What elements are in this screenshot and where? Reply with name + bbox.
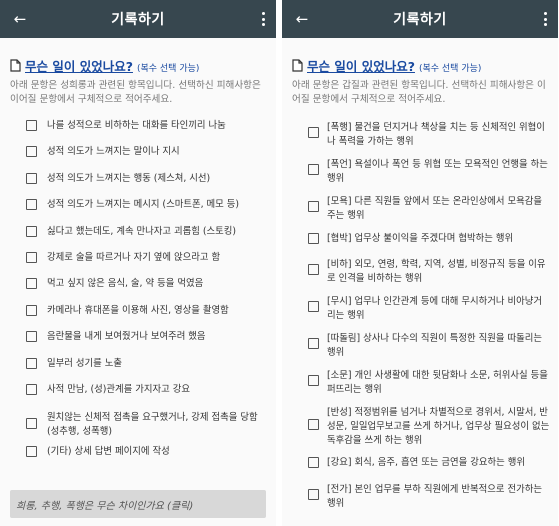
- checkbox-label: 싫다고 했는데도, 계속 만나자고 괴롭힘 (스토킹): [47, 225, 237, 237]
- checkbox[interactable]: [308, 375, 319, 386]
- instruction-text: 아래 문항은 갑질과 관련된 항목입니다. 선택하신 피해사항은 이어질 문항에…: [292, 80, 546, 105]
- checkbox[interactable]: [308, 457, 319, 468]
- checkbox-item[interactable]: [모욕] 다른 직원들 앞에서 또는 온라인상에서 모욕감을 주는 행위: [282, 195, 558, 232]
- document-icon: [10, 59, 21, 72]
- checkbox[interactable]: [308, 489, 319, 500]
- checkbox-label: [협박] 업무상 불이익을 주겠다며 협박하는 행위: [327, 233, 514, 244]
- checkbox-item[interactable]: [따돌림] 상사나 다수의 직원이 특정한 직원을 따돌리는 행위: [282, 332, 558, 369]
- screen-workplace-abuse: ← 기록하기 무슨 일이 있었나요? (복수 선택 가능) 아래 문항은 갑질과…: [282, 0, 558, 526]
- checkbox-label: 음란물을 내게 보여줬거나 보여주려 했음: [47, 331, 206, 343]
- checkbox[interactable]: [26, 357, 37, 369]
- checkbox-item[interactable]: [무시] 업무나 인간관계 등에 대해 무시하거나 비아냥거리는 행위: [282, 295, 558, 332]
- checkbox-item[interactable]: 사적 만남, (성)관계를 가지자고 강요: [0, 383, 276, 409]
- checkbox-item[interactable]: 성적 의도가 느껴지는 행동 (제스쳐, 시선): [0, 172, 276, 198]
- checkbox[interactable]: [26, 172, 37, 184]
- checkbox[interactable]: [308, 301, 319, 312]
- checkbox[interactable]: [26, 304, 37, 316]
- checkbox[interactable]: [26, 383, 37, 395]
- checkbox[interactable]: [26, 146, 37, 158]
- checkbox-item[interactable]: [비하] 외모, 연령, 학력, 지역, 성별, 비정규직 등을 이유로 인격을…: [282, 258, 558, 295]
- checkbox-item[interactable]: 음란물을 내게 보여줬거나 보여주려 했음: [0, 330, 276, 356]
- checkbox[interactable]: [308, 201, 319, 212]
- question-title: 무슨 일이 있었나요?: [25, 59, 133, 74]
- checkbox-item[interactable]: [전가] 본인 업무를 부하 직원에게 반복적으로 전가하는 행위: [282, 483, 558, 520]
- checkbox-item[interactable]: [폭언] 욕설이나 폭언 등 위협 또는 모욕적인 언행을 하는 행위: [282, 158, 558, 195]
- checkbox-item[interactable]: 카메라나 휴대폰을 이용해 사진, 영상을 촬영함: [0, 304, 276, 330]
- checkbox[interactable]: [26, 418, 37, 430]
- checkbox[interactable]: [26, 199, 37, 211]
- checkbox-label: [비하] 외모, 연령, 학력, 지역, 성별, 비정규직 등을 이유로 인격을…: [327, 259, 546, 284]
- document-icon: [292, 59, 303, 72]
- checkbox[interactable]: [26, 120, 37, 131]
- checkbox-label: [반성] 적정범위를 넘거나 차별적으로 경위서, 시말서, 반성문, 일일업무…: [327, 407, 550, 446]
- checkbox-item[interactable]: 성적 의도가 느껴지는 메시지 (스마트폰, 메모 등): [0, 198, 276, 224]
- checkbox-label: 일부러 성기를 노출: [47, 357, 122, 369]
- checkbox-label: 성적 의도가 느껴지는 행동 (제스쳐, 시선): [47, 172, 211, 184]
- back-arrow-icon[interactable]: ←: [10, 9, 30, 29]
- checkbox[interactable]: [26, 251, 37, 263]
- multi-select-hint: (복수 선택 가능): [136, 64, 200, 74]
- screen-sexual-harassment: ← 기록하기 무슨 일이 있었나요? (복수 선택 가능) 아래 문항은 성희롱…: [0, 0, 276, 526]
- checkbox-item[interactable]: 원치않는 신체적 접촉을 요구했거나, 강제 접촉을 당함 (성추행, 성폭행): [0, 409, 276, 445]
- app-bar: ← 기록하기: [282, 0, 558, 38]
- app-bar: ← 기록하기: [0, 0, 276, 38]
- checkbox-label: [폭언] 욕설이나 폭언 등 위협 또는 모욕적인 언행을 하는 행위: [327, 159, 548, 184]
- difference-info-button[interactable]: 희롱, 추행, 폭행은 무슨 차이인가요 (클릭): [10, 490, 266, 518]
- checkbox[interactable]: [308, 233, 319, 244]
- checkbox[interactable]: [308, 127, 319, 138]
- question-title: 무슨 일이 있었나요?: [307, 59, 415, 74]
- checkbox-list: 나를 성적으로 비하하는 대화를 타인끼리 나눔 성적 의도가 느껴지는 말이나…: [0, 107, 276, 472]
- question-heading: 무슨 일이 있었나요? (복수 선택 가능): [0, 38, 276, 75]
- checkbox-item[interactable]: [폭행] 물건을 던지거나 책상을 치는 등 신체적인 위협이나 폭력을 가하는…: [282, 121, 558, 158]
- checkbox-label: [폭행] 물건을 던지거나 책상을 치는 등 신체적인 위협이나 폭력을 가하는…: [327, 122, 545, 147]
- checkbox-label: 성적 의도가 느껴지는 말이나 지시: [47, 146, 180, 158]
- screens-container: ← 기록하기 무슨 일이 있었나요? (복수 선택 가능) 아래 문항은 성희롱…: [0, 0, 559, 526]
- checkbox-label: 먹고 싶지 않은 음식, 술, 약 등을 먹였음: [47, 278, 204, 290]
- question-heading: 무슨 일이 있었나요? (복수 선택 가능): [282, 38, 558, 75]
- checkbox-item[interactable]: (기타) 상세 답변 페이지에 작성: [0, 445, 276, 471]
- checkbox-label: 성적 의도가 느껴지는 메시지 (스마트폰, 메모 등): [47, 199, 240, 211]
- checkbox-item[interactable]: [강요] 회식, 음주, 흡연 또는 금연을 강요하는 행위: [282, 456, 558, 483]
- checkbox[interactable]: [308, 264, 319, 275]
- checkbox-label: 강제로 술을 따르거나 자기 옆에 앉으라고 함: [47, 251, 221, 263]
- checkbox[interactable]: [26, 446, 37, 458]
- multi-select-hint: (복수 선택 가능): [418, 64, 482, 74]
- checkbox-label: 원치않는 신체적 접촉을 요구했거나, 강제 접촉을 당함 (성추행, 성폭행): [47, 412, 258, 438]
- checkbox-label: 나를 성적으로 비하하는 대화를 타인끼리 나눔: [47, 120, 226, 131]
- checkbox-item[interactable]: 강제로 술을 따르거나 자기 옆에 앉으라고 함: [0, 251, 276, 277]
- checkbox-item[interactable]: 싫다고 했는데도, 계속 만나자고 괴롭힘 (스토킹): [0, 225, 276, 251]
- checkbox-label: [무시] 업무나 인간관계 등에 대해 무시하거나 비아냥거리는 행위: [327, 296, 542, 321]
- page-title: 기록하기: [111, 12, 165, 28]
- checkbox[interactable]: [26, 278, 37, 290]
- checkbox[interactable]: [308, 164, 319, 175]
- checkbox-item[interactable]: 일부러 성기를 노출: [0, 357, 276, 383]
- instruction-text: 아래 문항은 성희롱과 관련된 항목입니다. 선택하신 피해사항은 이어질 문항…: [10, 80, 261, 105]
- checkbox-label: [모욕] 다른 직원들 앞에서 또는 온라인상에서 모욕감을 주는 행위: [327, 196, 542, 221]
- checkbox[interactable]: [308, 338, 319, 349]
- page-title: 기록하기: [393, 12, 447, 28]
- more-vert-icon[interactable]: [540, 10, 550, 28]
- checkbox-label: 사적 만남, (성)관계를 가지자고 강요: [47, 383, 190, 395]
- checkbox-item[interactable]: 나를 성적으로 비하하는 대화를 타인끼리 나눔: [0, 119, 276, 145]
- checkbox-label: 카메라나 휴대폰을 이용해 사진, 영상을 촬영함: [47, 304, 229, 316]
- checkbox-item[interactable]: [반성] 적정범위를 넘거나 차별적으로 경위서, 시말서, 반성문, 일일업무…: [282, 406, 558, 456]
- checkbox-item[interactable]: [협박] 업무상 불이익을 주겠다며 협박하는 행위: [282, 232, 558, 258]
- checkbox-label: [강요] 회식, 음주, 흡연 또는 금연을 강요하는 행위: [327, 457, 526, 468]
- checkbox[interactable]: [26, 225, 37, 237]
- checkbox[interactable]: [308, 419, 319, 430]
- checkbox-list: [폭행] 물건을 던지거나 책상을 치는 등 신체적인 위협이나 폭력을 가하는…: [282, 107, 558, 520]
- checkbox[interactable]: [26, 331, 37, 343]
- checkbox-label: [따돌림] 상사나 다수의 직원이 특정한 직원을 따돌리는 행위: [327, 333, 542, 358]
- checkbox-label: [소문] 개인 사생활에 대한 뒷담화나 소문, 허위사실 등을 퍼뜨리는 행위: [327, 370, 548, 395]
- more-vert-icon[interactable]: [258, 10, 268, 28]
- checkbox-item[interactable]: 먹고 싶지 않은 음식, 술, 약 등을 먹였음: [0, 277, 276, 303]
- checkbox-item[interactable]: 성적 의도가 느껴지는 말이나 지시: [0, 145, 276, 171]
- checkbox-label: [전가] 본인 업무를 부하 직원에게 반복적으로 전가하는 행위: [327, 484, 542, 509]
- back-arrow-icon[interactable]: ←: [292, 9, 312, 29]
- checkbox-label: (기타) 상세 답변 페이지에 작성: [47, 446, 170, 458]
- checkbox-item[interactable]: [소문] 개인 사생활에 대한 뒷담화나 소문, 허위사실 등을 퍼뜨리는 행위: [282, 369, 558, 406]
